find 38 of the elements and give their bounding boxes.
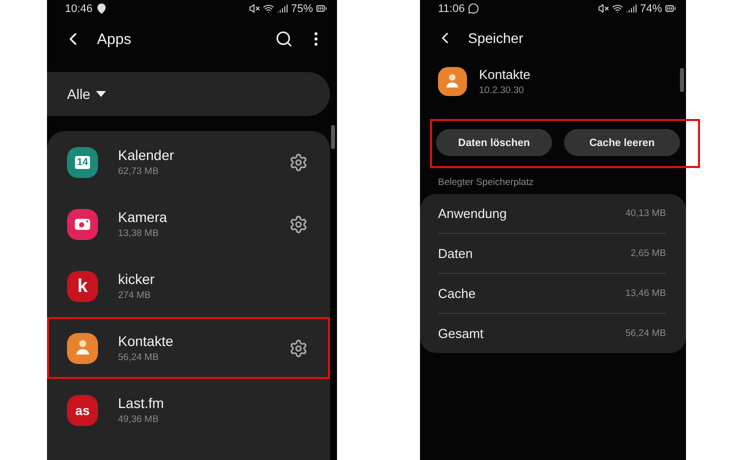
screen-title: Speicher bbox=[468, 30, 524, 46]
filter-dropdown[interactable]: Alle bbox=[47, 72, 330, 116]
usage-value: 13,46 MB bbox=[625, 288, 666, 299]
usage-value: 2,65 MB bbox=[630, 248, 666, 259]
app-name: Kalender bbox=[118, 147, 176, 163]
usage-label: Anwendung bbox=[438, 206, 507, 221]
app-size: 13,38 MB bbox=[118, 228, 160, 239]
usage-label: Gesamt bbox=[438, 326, 484, 341]
app-icon: 14 bbox=[67, 146, 98, 178]
action-button[interactable]: Daten löschen bbox=[436, 129, 552, 156]
app-row[interactable]: as Last.fm 49,36 MB bbox=[47, 379, 330, 441]
highlighted-app-row[interactable]: Kontakte 56,24 MB bbox=[47, 317, 330, 379]
app-version: 10.2.30.30 bbox=[479, 84, 525, 96]
status-time: 10:46 bbox=[65, 2, 93, 14]
app-size: 62,73 MB bbox=[118, 166, 160, 177]
app-icon: as bbox=[67, 394, 98, 426]
battery-percent: 75% bbox=[290, 2, 313, 14]
app-row[interactable]: Kamera 13,38 MB bbox=[47, 193, 330, 255]
app-name: Kamera bbox=[118, 209, 168, 225]
screen-title: Apps bbox=[97, 30, 132, 48]
app-icon: k bbox=[67, 270, 98, 302]
app-name: Kontakte bbox=[118, 333, 174, 349]
app-row[interactable]: k kicker 274 MB bbox=[47, 255, 330, 317]
usage-value: 40,13 MB bbox=[625, 208, 666, 219]
usage-label: Daten bbox=[438, 246, 473, 261]
app-size: 274 MB bbox=[118, 290, 152, 301]
battery-percent: 74% bbox=[640, 2, 662, 14]
usage-label: Cache bbox=[438, 286, 476, 301]
app-row[interactable]: 14 Kalender 62,73 MB bbox=[47, 131, 330, 193]
usage-value: 56,24 MB bbox=[625, 328, 666, 339]
app-name: kicker bbox=[118, 271, 156, 287]
app-size: 49,36 MB bbox=[118, 414, 160, 425]
action-button[interactable]: Cache leeren bbox=[564, 129, 680, 156]
status-time: 11:06 bbox=[438, 2, 465, 14]
section-label: Belegter Speicherplatz bbox=[437, 176, 535, 188]
app-name: Kontakte bbox=[479, 66, 532, 82]
app-size: 56,24 MB bbox=[118, 352, 160, 363]
app-name: Last.fm bbox=[118, 395, 165, 411]
